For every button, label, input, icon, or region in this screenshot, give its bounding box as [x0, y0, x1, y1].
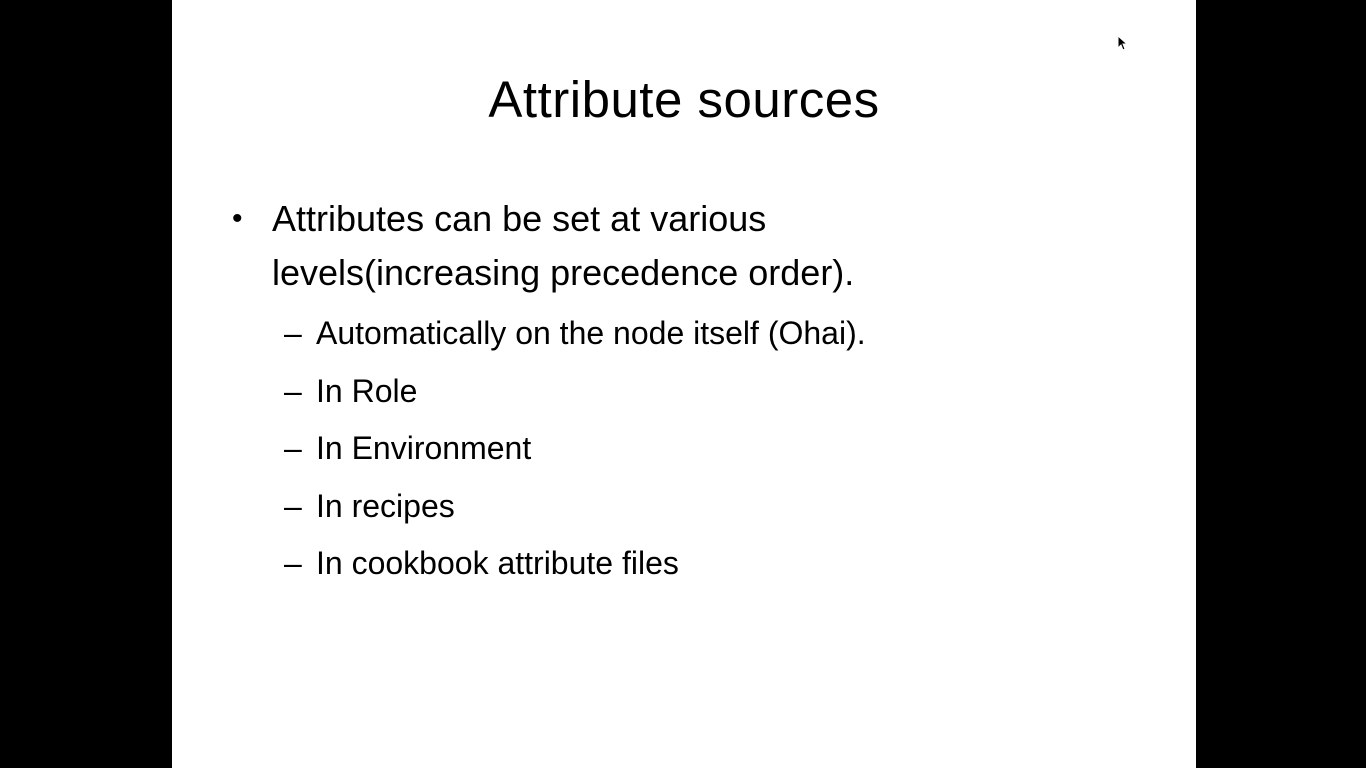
presentation-viewer: Attribute sources • Attributes can be se…	[0, 0, 1366, 768]
dash-marker: –	[284, 372, 302, 409]
dash-marker: –	[284, 487, 302, 524]
slide[interactable]: Attribute sources • Attributes can be se…	[172, 0, 1196, 768]
slide-title: Attribute sources	[488, 71, 880, 128]
sub-bullet-list: – Automatically on the node itself (Ohai…	[284, 305, 1144, 593]
sub-bullet-item: – In Environment	[284, 420, 1144, 478]
main-bullet: • Attributes can be set at various level…	[232, 192, 1132, 300]
dash-marker: –	[284, 315, 302, 352]
dash-marker: –	[284, 545, 302, 582]
bullet-marker: •	[232, 202, 243, 235]
main-bullet-text: Attributes can be set at various levels(…	[272, 198, 855, 293]
mouse-pointer-icon	[1117, 35, 1129, 51]
sub-bullet-text: In Role	[316, 372, 418, 409]
sub-bullet-text: In recipes	[316, 487, 455, 524]
sub-bullet-text: In Environment	[316, 430, 532, 467]
sub-bullet-text: Automatically on the node itself (Ohai).	[316, 315, 866, 352]
sub-bullet-item: – Automatically on the node itself (Ohai…	[284, 305, 1144, 363]
dash-marker: –	[284, 430, 302, 467]
sub-bullet-item: – In Role	[284, 363, 1144, 421]
sub-bullet-item: – In cookbook attribute files	[284, 535, 1144, 593]
sub-bullet-item: – In recipes	[284, 478, 1144, 536]
sub-bullet-text: In cookbook attribute files	[316, 545, 679, 582]
